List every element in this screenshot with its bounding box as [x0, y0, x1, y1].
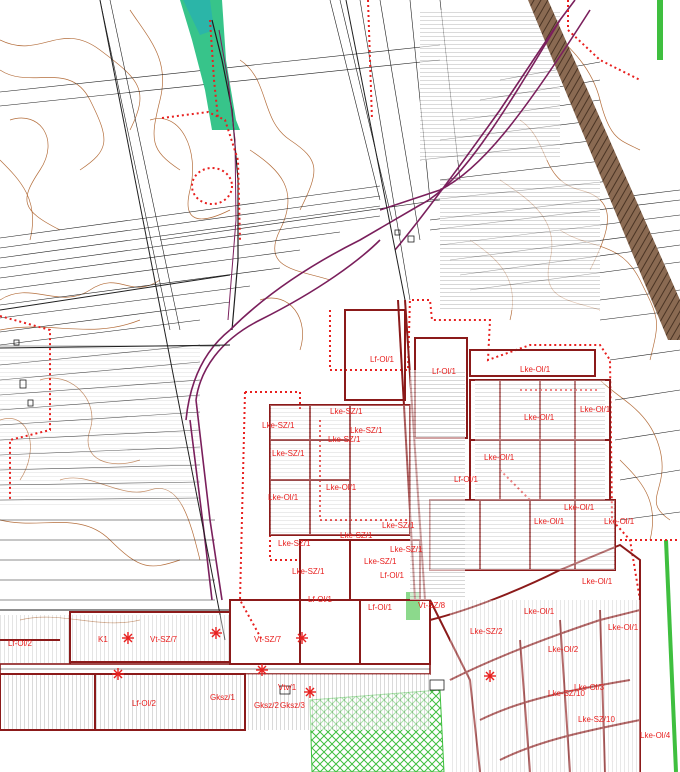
zone-label: Vt-SZ/7	[254, 635, 282, 644]
zone-label: Lf-Ol/1	[308, 595, 333, 604]
zone-label: Lke-Ol/1	[582, 577, 613, 586]
zone-label: Lke-Ol/1	[608, 623, 639, 632]
zone-label: Lke-SZ/1	[328, 435, 361, 444]
zone-label: Lf-Ol/1	[370, 355, 395, 364]
parcel-strip-area-ne	[420, 10, 560, 160]
zone-label: Lf-Ol/2	[8, 639, 33, 648]
zone-label: Lke-SZ/1	[364, 557, 397, 566]
zone-label: Lke-SZ/1	[340, 531, 373, 540]
cadastral-zoning-map: Lf-Ol/1 Lf-Ol/1 Lf-Ol/1 Lf-Ol/1 Lf-Ol/1 …	[0, 0, 680, 772]
zone-label: Lke-Ol/3	[574, 683, 605, 692]
zone-label: Lke-Ol/1	[534, 517, 565, 526]
zone-label: Lke-Ol/1	[604, 517, 635, 526]
zone-label: Lf-Ol/2	[132, 699, 157, 708]
zone-label: Lke-Ol/1	[484, 453, 515, 462]
zone-label: Lf-Ol/1	[380, 571, 405, 580]
zone-label: Vt-SZ/7	[150, 635, 178, 644]
zone-label: Lke-SZ/10	[578, 715, 615, 724]
zone-label: Lke-SZ/1	[350, 426, 383, 435]
zone-label: Lke-Ol/1	[524, 607, 555, 616]
zone-label: Lf-Ol/1	[432, 367, 457, 376]
zone-label: Lke-SZ/2	[470, 627, 503, 636]
zone-label: Lke-SZ/1	[330, 407, 363, 416]
zone-label: Lke-SZ/1	[390, 545, 423, 554]
zone-label: Gksz/3	[280, 701, 305, 710]
zone-label: Lke-SZ/1	[278, 539, 311, 548]
zone-label: Lke-SZ/1	[272, 449, 305, 458]
zone-label: Lke-Ol/2	[548, 645, 579, 654]
zone-label: Lke-SZ/1	[382, 521, 415, 530]
parcel-strip-area-w	[0, 345, 200, 505]
zone-label: Vtv/1	[278, 683, 297, 692]
zone-label: Lke-SZ/1	[262, 421, 295, 430]
dense-lots-east	[475, 380, 605, 500]
zone-label: Gksz/2	[254, 701, 279, 710]
zone-label: Lf-Ol/1	[368, 603, 393, 612]
zone-label: Lke-Ol/1	[268, 493, 299, 502]
parcel-strip-area-e	[440, 180, 600, 310]
zone-label: Lke-Ol/1	[524, 413, 555, 422]
zone-label: Gksz/1	[210, 693, 235, 702]
zone-label: Vt-SZ/8	[418, 601, 446, 610]
zone-label: Lke-SZ/1	[292, 567, 325, 576]
zone-label: Lke-Ol/1	[520, 365, 551, 374]
zone-label: Lf-Ol/1	[454, 475, 479, 484]
zone-label: K1	[98, 635, 108, 644]
zone-label: Lke-Ol/1	[564, 503, 595, 512]
zone-label: Lke-Ol/4	[640, 731, 671, 740]
zone-label: Lke-Ol/1	[580, 405, 611, 414]
zone-label: Lke-Ol/1	[326, 483, 357, 492]
